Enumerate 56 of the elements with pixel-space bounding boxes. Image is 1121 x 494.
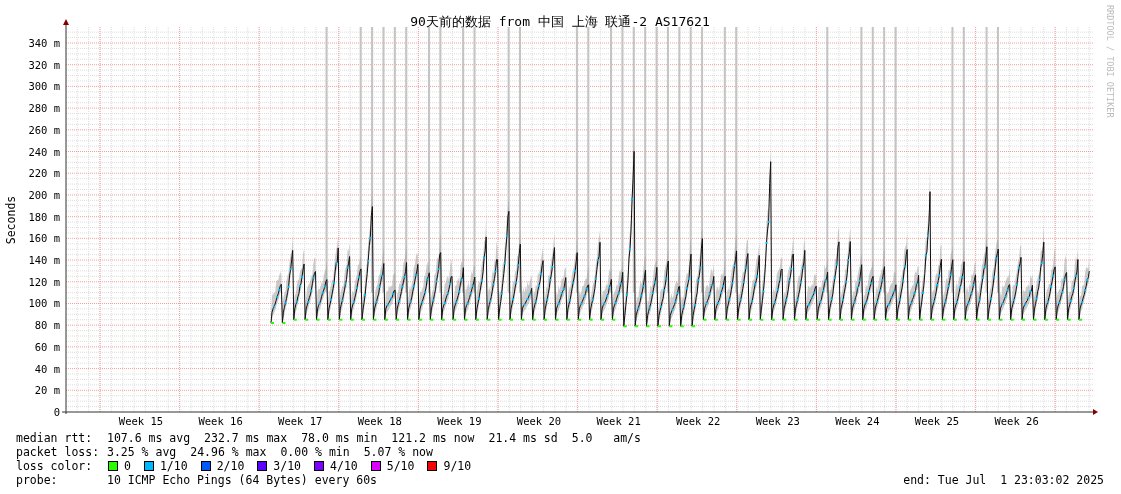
- x-tick-label: Week 19: [437, 415, 482, 427]
- x-tick-label: Week 16: [198, 415, 243, 427]
- probe-description: 10 ICMP Echo Pings (64 Bytes) every 60s: [107, 473, 378, 487]
- y-tick-label: 0: [53, 406, 60, 418]
- legend-value: 5.07 % now: [363, 445, 433, 459]
- legend-value: 232.7 ms max: [204, 431, 288, 445]
- y-tick-label: 160 m: [28, 232, 60, 245]
- x-tick-label: Week 20: [516, 415, 562, 427]
- legend-value: 21.4 ms sd: [488, 431, 558, 445]
- legend-value: 4/10: [330, 459, 358, 473]
- x-tick-label: Week 23: [755, 415, 800, 427]
- legend-value: 0.00 % min: [280, 445, 350, 459]
- x-tick-label: Week 21: [596, 415, 641, 427]
- y-tick-label: 40 m: [34, 362, 60, 375]
- x-tick-label: Week 24: [835, 415, 880, 427]
- legend-value: 3/10: [273, 459, 302, 473]
- x-tick-label: Week 15: [118, 415, 164, 427]
- y-tick-label: 100 m: [28, 297, 60, 310]
- legend-value: 121.2 ms now: [391, 431, 475, 445]
- graph-credit: RRDTOOL / TOBI OETIKER: [1105, 5, 1115, 118]
- legend-value: 0: [124, 459, 131, 473]
- legend-value: 5.0 am/s: [571, 431, 641, 445]
- y-tick-label: 280 m: [28, 102, 60, 115]
- x-tick-label: Week 25: [914, 415, 960, 427]
- y-tick-label: 240 m: [28, 145, 60, 158]
- end-timestamp: end: Tue Jul 1 23:03:02 2025: [903, 473, 1104, 487]
- legend-value: 5/10: [386, 459, 415, 473]
- legend-value: 2/10: [216, 459, 245, 473]
- legend-value: 78.0 ms min: [301, 431, 378, 445]
- legend-value: 3.25 % avg: [107, 445, 177, 459]
- x-tick-label: Week 22: [676, 415, 721, 427]
- legend-value: 107.6 ms avg: [107, 431, 191, 445]
- legend-label: loss color:: [16, 459, 94, 473]
- y-tick-label: 340 m: [28, 37, 60, 49]
- y-tick-label: 80 m: [34, 319, 60, 332]
- y-tick-label: 260 m: [28, 123, 60, 136]
- y-tick-label: 320 m: [28, 58, 60, 71]
- legend-label: packet loss:: [16, 445, 101, 459]
- legend-label: probe:: [16, 473, 59, 487]
- legend-label: median rtt:: [16, 431, 94, 445]
- y-tick-label: 180 m: [28, 210, 60, 223]
- legend-value: 9/10: [443, 459, 472, 473]
- x-tick-label: Week 17: [278, 415, 323, 427]
- y-tick-label: 60 m: [34, 340, 60, 353]
- x-tick-label: Week 26: [994, 415, 1039, 427]
- y-tick-label: 220 m: [28, 167, 60, 180]
- y-axis-label: Seconds: [4, 195, 18, 245]
- legend-value: 24.96 % max: [190, 445, 267, 459]
- y-tick-label: 200 m: [28, 188, 60, 201]
- y-tick-label: 120 m: [28, 275, 60, 288]
- y-tick-label: 300 m: [28, 80, 60, 93]
- y-tick-label: 140 m: [28, 254, 60, 267]
- graph-title: 90天前的数据 from 中国 上海 联通-2 AS17621: [410, 14, 710, 29]
- x-tick-label: Week 18: [357, 415, 402, 427]
- y-tick-label: 20 m: [34, 384, 60, 397]
- legend-value: 1/10: [159, 459, 188, 473]
